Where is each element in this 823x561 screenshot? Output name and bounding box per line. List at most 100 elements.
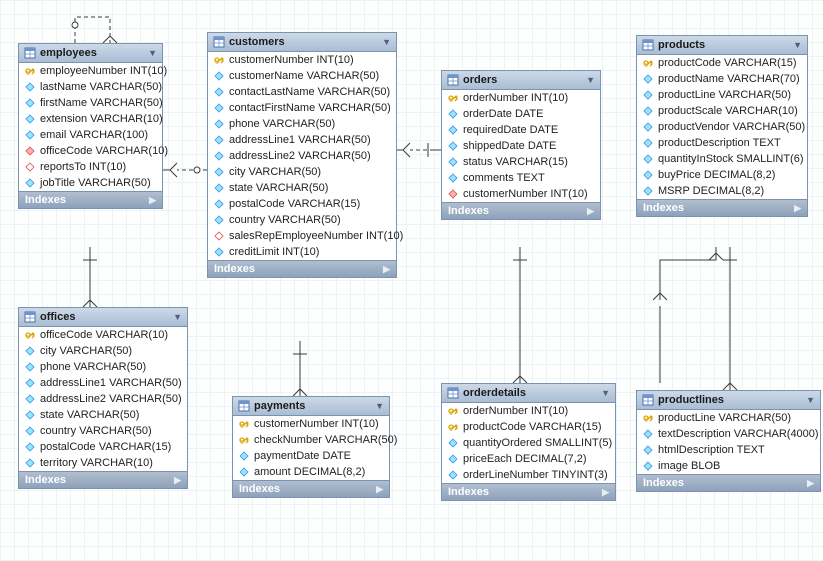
column-row[interactable]: textDescription VARCHAR(4000) (637, 426, 820, 442)
entity-header[interactable]: productlines ▼ (637, 391, 820, 410)
column-row[interactable]: priceEach DECIMAL(7,2) (442, 451, 615, 467)
entity-header[interactable]: orderdetails ▼ (442, 384, 615, 403)
column-row[interactable]: postalCode VARCHAR(15) (208, 196, 396, 212)
column-row[interactable]: productCode VARCHAR(15) (442, 419, 615, 435)
collapse-icon[interactable]: ▼ (793, 40, 802, 50)
column-row[interactable]: quantityOrdered SMALLINT(5) (442, 435, 615, 451)
collapse-icon[interactable]: ▼ (173, 312, 182, 322)
column-row[interactable]: requiredDate DATE (442, 122, 600, 138)
column-row[interactable]: MSRP DECIMAL(8,2) (637, 183, 807, 199)
expand-icon[interactable]: ▶ (376, 484, 383, 495)
column-row[interactable]: addressLine2 VARCHAR(50) (19, 391, 187, 407)
indexes-bar[interactable]: Indexes▶ (442, 202, 600, 219)
column-row[interactable]: productName VARCHAR(70) (637, 71, 807, 87)
column-row[interactable]: lastName VARCHAR(50) (19, 79, 162, 95)
column-row[interactable]: image BLOB (637, 458, 820, 474)
collapse-icon[interactable]: ▼ (375, 401, 384, 411)
collapse-icon[interactable]: ▼ (586, 75, 595, 85)
column-row[interactable]: firstName VARCHAR(50) (19, 95, 162, 111)
expand-icon[interactable]: ▶ (174, 475, 181, 486)
expand-icon[interactable]: ▶ (149, 195, 156, 206)
column-row[interactable]: productLine VARCHAR(50) (637, 87, 807, 103)
column-row[interactable]: addressLine1 VARCHAR(50) (208, 132, 396, 148)
collapse-icon[interactable]: ▼ (806, 395, 815, 405)
indexes-bar[interactable]: Indexes▶ (233, 480, 389, 497)
indexes-bar[interactable]: Indexes▶ (637, 199, 807, 216)
entity-products[interactable]: products ▼ productCode VARCHAR(15)produc… (636, 35, 808, 217)
collapse-icon[interactable]: ▼ (382, 37, 391, 47)
column-row[interactable]: jobTitle VARCHAR(50) (19, 175, 162, 191)
expand-icon[interactable]: ▶ (794, 203, 801, 214)
column-row[interactable]: phone VARCHAR(50) (19, 359, 187, 375)
entity-payments[interactable]: payments ▼ customerNumber INT(10)checkNu… (232, 396, 390, 498)
column-row[interactable]: country VARCHAR(50) (208, 212, 396, 228)
entity-header[interactable]: offices ▼ (19, 308, 187, 327)
entity-header[interactable]: orders ▼ (442, 71, 600, 90)
column-row[interactable]: contactFirstName VARCHAR(50) (208, 100, 396, 116)
column-row[interactable]: employeeNumber INT(10) (19, 63, 162, 79)
entity-orders[interactable]: orders ▼ orderNumber INT(10)orderDate DA… (441, 70, 601, 220)
column-row[interactable]: buyPrice DECIMAL(8,2) (637, 167, 807, 183)
column-row[interactable]: state VARCHAR(50) (19, 407, 187, 423)
column-row[interactable]: customerNumber INT(10) (442, 186, 600, 202)
column-row[interactable]: addressLine2 VARCHAR(50) (208, 148, 396, 164)
column-row[interactable]: productCode VARCHAR(15) (637, 55, 807, 71)
column-row[interactable]: productLine VARCHAR(50) (637, 410, 820, 426)
column-row[interactable]: customerName VARCHAR(50) (208, 68, 396, 84)
entity-employees[interactable]: employees ▼ employeeNumber INT(10)lastNa… (18, 43, 163, 209)
column-row[interactable]: email VARCHAR(100) (19, 127, 162, 143)
column-row[interactable]: postalCode VARCHAR(15) (19, 439, 187, 455)
collapse-icon[interactable]: ▼ (148, 48, 157, 58)
column-row[interactable]: shippedDate DATE (442, 138, 600, 154)
expand-icon[interactable]: ▶ (587, 206, 594, 217)
column-row[interactable]: orderNumber INT(10) (442, 403, 615, 419)
column-row[interactable]: phone VARCHAR(50) (208, 116, 396, 132)
entity-header[interactable]: products ▼ (637, 36, 807, 55)
column-row[interactable]: state VARCHAR(50) (208, 180, 396, 196)
column-row[interactable]: orderLineNumber TINYINT(3) (442, 467, 615, 483)
entity-header[interactable]: employees ▼ (19, 44, 162, 63)
column-row[interactable]: extension VARCHAR(10) (19, 111, 162, 127)
column-row[interactable]: city VARCHAR(50) (208, 164, 396, 180)
column-row[interactable]: productScale VARCHAR(10) (637, 103, 807, 119)
column-row[interactable]: city VARCHAR(50) (19, 343, 187, 359)
entity-productlines[interactable]: productlines ▼ productLine VARCHAR(50)te… (636, 390, 821, 492)
expand-icon[interactable]: ▶ (383, 264, 390, 275)
column-row[interactable]: reportsTo INT(10) (19, 159, 162, 175)
expand-icon[interactable]: ▶ (807, 478, 814, 489)
column-row[interactable]: comments TEXT (442, 170, 600, 186)
indexes-bar[interactable]: Indexes▶ (19, 191, 162, 208)
column-row[interactable]: htmlDescription TEXT (637, 442, 820, 458)
column-row[interactable]: contactLastName VARCHAR(50) (208, 84, 396, 100)
collapse-icon[interactable]: ▼ (601, 388, 610, 398)
column-row[interactable]: addressLine1 VARCHAR(50) (19, 375, 187, 391)
column-row[interactable]: customerNumber INT(10) (233, 416, 389, 432)
column-row[interactable]: country VARCHAR(50) (19, 423, 187, 439)
indexes-bar[interactable]: Indexes▶ (208, 260, 396, 277)
column-row[interactable]: territory VARCHAR(10) (19, 455, 187, 471)
column-row[interactable]: productDescription TEXT (637, 135, 807, 151)
entity-offices[interactable]: offices ▼ officeCode VARCHAR(10)city VAR… (18, 307, 188, 489)
expand-icon[interactable]: ▶ (602, 487, 609, 498)
entity-header[interactable]: customers ▼ (208, 33, 396, 52)
column-row[interactable]: customerNumber INT(10) (208, 52, 396, 68)
column-row[interactable]: status VARCHAR(15) (442, 154, 600, 170)
column-row[interactable]: checkNumber VARCHAR(50) (233, 432, 389, 448)
indexes-bar[interactable]: Indexes▶ (19, 471, 187, 488)
entity-customers[interactable]: customers ▼ customerNumber INT(10)custom… (207, 32, 397, 278)
entity-header[interactable]: payments ▼ (233, 397, 389, 416)
column-row[interactable]: productVendor VARCHAR(50) (637, 119, 807, 135)
column-row[interactable]: officeCode VARCHAR(10) (19, 143, 162, 159)
column-row[interactable]: amount DECIMAL(8,2) (233, 464, 389, 480)
column-row[interactable]: creditLimit INT(10) (208, 244, 396, 260)
column-row[interactable]: quantityInStock SMALLINT(6) (637, 151, 807, 167)
column-row[interactable]: paymentDate DATE (233, 448, 389, 464)
entity-orderdetails[interactable]: orderdetails ▼ orderNumber INT(10)produc… (441, 383, 616, 501)
column-row[interactable]: orderDate DATE (442, 106, 600, 122)
column-row[interactable]: officeCode VARCHAR(10) (19, 327, 187, 343)
column-label: productDescription TEXT (658, 137, 781, 149)
column-row[interactable]: salesRepEmployeeNumber INT(10) (208, 228, 396, 244)
indexes-bar[interactable]: Indexes▶ (442, 483, 615, 500)
indexes-bar[interactable]: Indexes▶ (637, 474, 820, 491)
column-row[interactable]: orderNumber INT(10) (442, 90, 600, 106)
